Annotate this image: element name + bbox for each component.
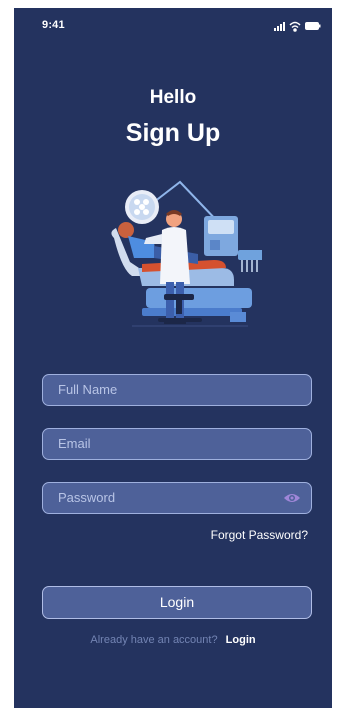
eye-icon[interactable] <box>283 491 301 505</box>
account-prompt-row: Already have an account? Login <box>14 634 332 646</box>
status-bar: 9:41 <box>14 8 332 42</box>
full-name-field[interactable] <box>42 374 312 406</box>
full-name-input[interactable] <box>58 382 278 397</box>
footer-login-link[interactable]: Login <box>226 634 256 646</box>
account-prompt-text: Already have an account? <box>90 634 218 646</box>
wifi-icon <box>289 21 301 32</box>
forgot-password-link[interactable]: Forgot Password? <box>211 528 308 542</box>
email-input[interactable] <box>58 436 278 451</box>
status-icons <box>274 21 321 32</box>
greeting-text: Hello <box>149 87 197 108</box>
status-time: 9:41 <box>42 19 65 31</box>
password-field[interactable] <box>42 482 312 514</box>
email-field[interactable] <box>42 428 312 460</box>
login-button[interactable]: Login <box>42 586 312 619</box>
page-title: Sign Up <box>125 119 221 147</box>
signal-icon <box>274 22 285 31</box>
dentist-illustration <box>111 180 262 327</box>
password-input[interactable] <box>58 490 278 505</box>
battery-icon <box>305 22 321 30</box>
app-screen: 9:41 Hello Sign Up Full Name Email Forgo… <box>14 8 332 708</box>
